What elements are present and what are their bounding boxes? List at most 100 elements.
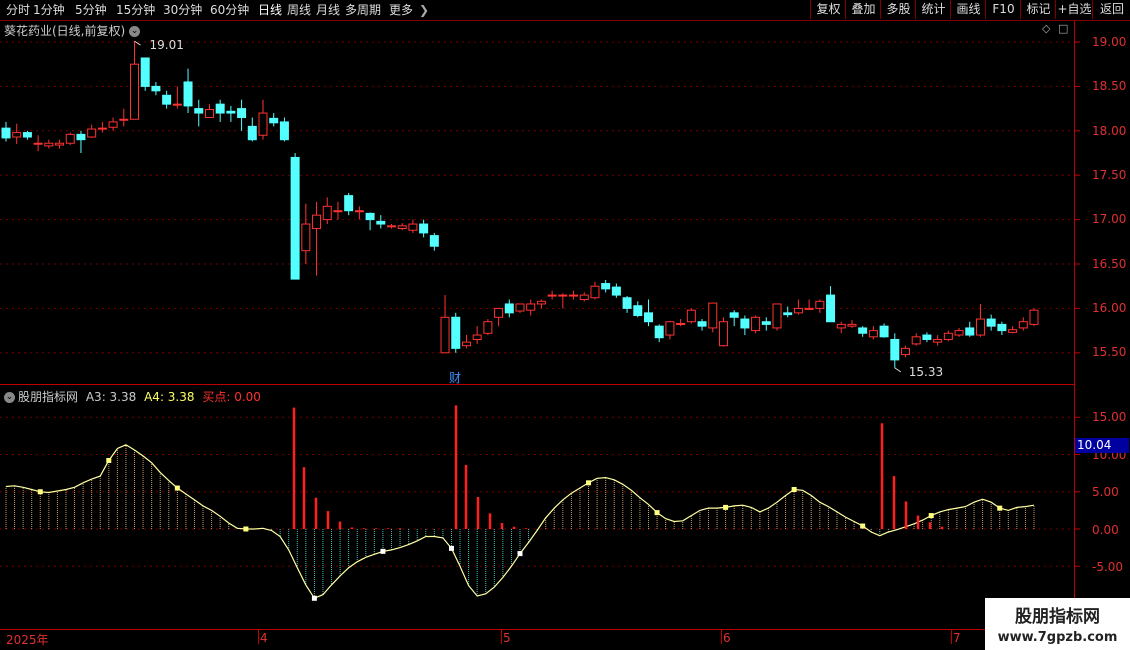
candle-down xyxy=(365,212,375,221)
candle-down xyxy=(22,132,32,138)
candle-up xyxy=(665,321,675,336)
low-pointer xyxy=(894,367,902,373)
candle-up xyxy=(461,341,471,347)
candle-up xyxy=(33,142,43,145)
candle-up xyxy=(847,323,857,327)
candle-down xyxy=(237,108,247,118)
candle-up xyxy=(686,309,696,323)
a3-marker xyxy=(311,595,317,601)
candle-down xyxy=(601,283,611,290)
candle-up xyxy=(204,108,214,118)
candle-down xyxy=(986,318,996,327)
candle-down xyxy=(140,57,150,87)
a3-marker xyxy=(586,480,592,486)
candle-up xyxy=(1029,309,1039,325)
candle-down xyxy=(729,312,739,318)
candle-up xyxy=(397,225,407,229)
candle-up xyxy=(868,330,878,338)
candle-up xyxy=(301,223,311,252)
candle-down xyxy=(151,85,161,92)
candle-up xyxy=(751,316,761,332)
candle-up xyxy=(590,285,600,299)
candle-up xyxy=(130,63,139,120)
candle-up xyxy=(901,347,910,356)
candle-up xyxy=(804,307,814,310)
candle-up xyxy=(1008,329,1018,333)
candle-up xyxy=(97,127,107,130)
a3-marker xyxy=(723,504,729,510)
candle-down xyxy=(997,323,1007,332)
a3-line xyxy=(5,444,1035,600)
candle-down xyxy=(429,235,439,247)
candle-up xyxy=(815,300,825,309)
watermark: 股朋指标网 www.7gpzb.com xyxy=(985,598,1130,650)
candle-down xyxy=(783,312,793,316)
candle-down xyxy=(611,286,621,296)
candle-down xyxy=(654,325,664,339)
candle-up xyxy=(954,330,964,336)
high-price-label: 19.01 xyxy=(150,38,184,52)
a3-marker xyxy=(791,487,797,493)
a3-marker xyxy=(517,551,523,557)
financial-event-marker: 财 xyxy=(449,371,461,385)
candle-down xyxy=(858,327,868,334)
candle-down xyxy=(226,110,236,114)
candle-down xyxy=(965,327,975,336)
a3-marker xyxy=(106,457,112,463)
chart-canvas: 19.01 15.33 财 xyxy=(0,38,1080,601)
candle-down xyxy=(761,321,771,325)
candle-down xyxy=(622,297,632,309)
candle-up xyxy=(312,214,322,229)
candle-down xyxy=(1,127,11,139)
candle-up xyxy=(55,142,65,146)
candle-down xyxy=(890,338,900,361)
candle-up xyxy=(483,321,493,334)
candle-up xyxy=(333,210,343,213)
candle-down xyxy=(215,103,225,114)
candle-up xyxy=(408,223,418,231)
a3-marker xyxy=(380,548,386,554)
candle-down xyxy=(194,108,204,114)
candle-down xyxy=(290,156,300,280)
candle-up xyxy=(12,132,22,138)
candle-up xyxy=(354,210,364,213)
candle-up xyxy=(579,294,589,301)
a3-marker xyxy=(448,545,454,551)
candle-down xyxy=(644,312,653,323)
candle-up xyxy=(494,307,504,318)
candle-up xyxy=(526,303,536,311)
candle-up xyxy=(108,121,118,128)
candle-down xyxy=(879,325,889,338)
candle-down xyxy=(451,316,461,349)
candle-down xyxy=(376,220,386,225)
candle-up xyxy=(44,142,54,147)
candle-up xyxy=(387,225,396,228)
candle-down xyxy=(419,223,429,234)
low-price-label: 15.33 xyxy=(909,365,943,379)
candle-up xyxy=(676,322,686,325)
candle-up xyxy=(911,336,921,345)
candle-up xyxy=(708,302,718,329)
a3-marker xyxy=(243,526,249,532)
candle-up xyxy=(65,133,75,144)
candle-up xyxy=(569,294,579,297)
candle-up xyxy=(793,307,803,314)
candle-up xyxy=(975,318,985,336)
candle-up xyxy=(1018,321,1028,329)
candle-up xyxy=(772,303,782,329)
candle-down xyxy=(922,334,932,340)
candle-down xyxy=(344,195,354,212)
candle-down xyxy=(162,94,172,105)
candle-up xyxy=(258,112,268,136)
candle-up xyxy=(718,321,728,347)
candle-down xyxy=(269,117,279,124)
candle-down xyxy=(504,303,514,314)
candle-up xyxy=(87,128,97,138)
candle-up xyxy=(933,338,943,343)
candle-down xyxy=(697,321,707,327)
candle-down xyxy=(826,294,836,323)
candle-up xyxy=(515,303,525,312)
a3-line-highlight xyxy=(5,444,1035,599)
candle-down xyxy=(279,121,289,141)
a3-marker xyxy=(928,513,934,519)
